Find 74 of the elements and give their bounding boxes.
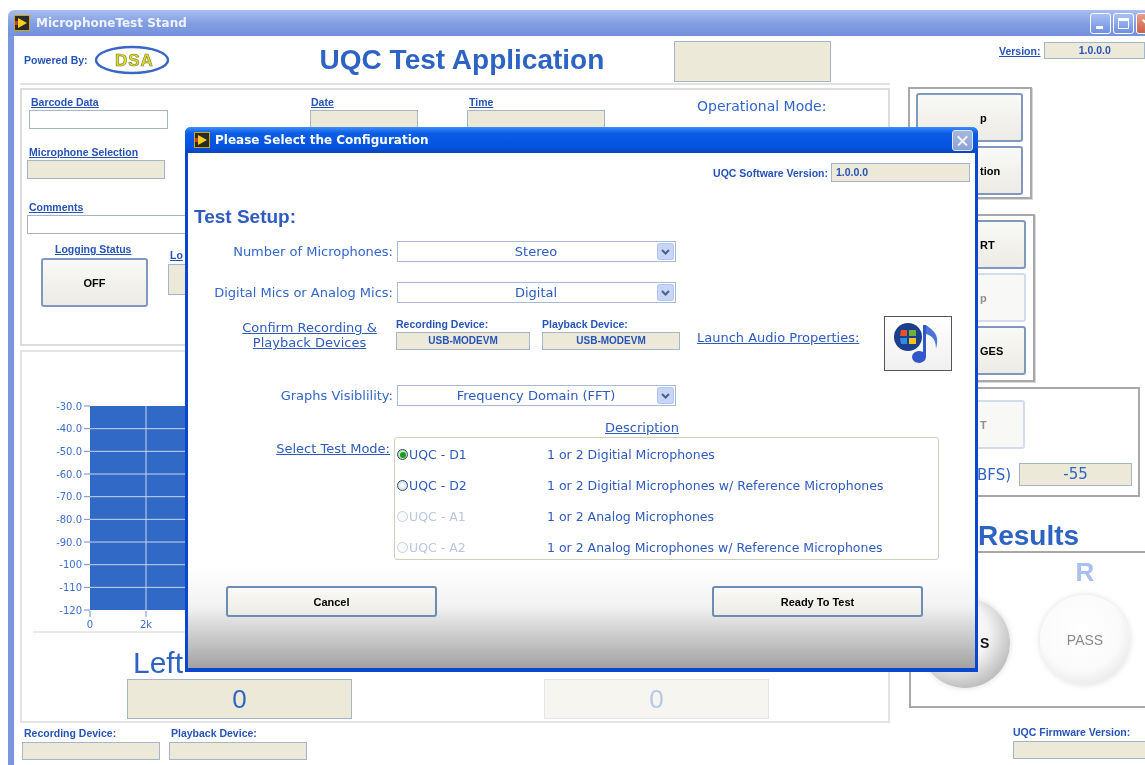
field-label: Recording Device: [24, 727, 117, 739]
app-icon [194, 132, 210, 148]
software-version-display: 1.0.0.0 [831, 163, 970, 182]
mode-description: 1 or 2 Digitial Microphones w/ Reference Microphones [547, 478, 884, 493]
axis-label: -60.0 [56, 468, 82, 480]
audio-properties-button[interactable] [884, 316, 952, 371]
dropdown[interactable]: Stereo [397, 241, 676, 262]
app-title: UQC Test Application [319, 43, 605, 76]
window-title: MicrophoneTest Stand [36, 16, 187, 30]
minimize-button[interactable] [1090, 12, 1111, 34]
axis-label: -30.0 [56, 400, 82, 412]
logging-button[interactable]: OFF [41, 258, 148, 307]
results-title: Results [978, 521, 1081, 551]
software-version-label: UQC Software Version: [713, 166, 828, 179]
level-display: 0 [127, 679, 352, 719]
select-test-mode-link[interactable]: Select Test Mode: [276, 441, 390, 456]
launch-audio-properties-link[interactable]: Launch Audio Properties: [697, 330, 860, 345]
operational-mode-label: Operational Mode: [697, 98, 827, 114]
axis-label: -90.0 [56, 536, 82, 548]
ready-to-test-button[interactable]: Ready To Test [712, 586, 923, 617]
axis-label: 0 [86, 619, 94, 630]
playback-device-display: USB-MODEVM [542, 332, 680, 350]
field-label: Date [311, 96, 334, 108]
field-label: Playback Device: [542, 318, 629, 330]
section-heading: Test Setup: [194, 206, 298, 228]
version-label: Version: [999, 44, 1041, 57]
mode-description: 1 or 2 Analog Microphones w/ Reference Microphones [547, 540, 883, 555]
field-label: Number of Microphones: [232, 244, 393, 259]
field-label: Digital Mics or Analog Mics: [213, 285, 393, 300]
cancel-button[interactable]: Cancel [226, 586, 437, 617]
field-label: Playback Device: [171, 727, 257, 739]
dropdown[interactable]: Frequency Domain (FFT) [397, 385, 676, 406]
mode-description: 1 or 2 Analog Microphones [547, 509, 715, 524]
axis-label: -100 [59, 559, 82, 571]
maximize-button[interactable] [1113, 12, 1134, 34]
confirm-devices-link[interactable]: Confirm Recording & Playback Devices [226, 320, 393, 350]
field-label: Lo [170, 249, 183, 261]
axis-label: 2k [139, 619, 153, 630]
app-icon [14, 15, 30, 31]
barcode-field[interactable] [29, 110, 168, 129]
chevron-down-icon [657, 284, 674, 301]
close-button[interactable] [952, 129, 973, 151]
axis-label: -70.0 [56, 491, 82, 503]
threshold-label: BFS) [977, 465, 1012, 484]
radio-option[interactable]: UQC - D2 [397, 478, 547, 493]
axis-label: -120 [59, 604, 82, 616]
logo: DSA [93, 44, 172, 75]
field-label: Microphone Selection [29, 146, 139, 158]
dropdown[interactable]: Digital [397, 282, 676, 303]
mode-description: 1 or 2 Digitial Microphones [547, 447, 715, 462]
field-label: Barcode Data [31, 96, 99, 108]
result-light: PASS [1040, 595, 1130, 685]
chevron-down-icon [657, 387, 674, 404]
axis-label: -50.0 [56, 445, 82, 457]
axis-label: -40.0 [56, 423, 82, 435]
recording-device-display: USB-MODEVM [396, 332, 530, 350]
version-display: 1.0.0.0 [1044, 42, 1145, 59]
chevron-down-icon [657, 243, 674, 260]
field-label: Time [469, 96, 494, 108]
threshold-display: -55 [1019, 463, 1133, 486]
field-label: Graphs Visiblility: [279, 388, 393, 403]
field-label: Recording Device: [396, 318, 490, 330]
field-label: Comments [29, 201, 84, 213]
radio-option[interactable]: UQC - D1 [397, 447, 547, 462]
channel-label: R [1075, 557, 1095, 587]
field-label: Logging Status [55, 243, 132, 255]
level-display: 0 [544, 679, 769, 719]
dialog-title: Please Select the Configuration [215, 133, 429, 147]
axis-label: -110 [59, 581, 82, 593]
powered-by-label: Powered By: [24, 53, 88, 66]
axis-label: -80.0 [56, 513, 82, 525]
column-header: Description [605, 420, 680, 435]
field-label: UQC Firmware Version: [1013, 726, 1132, 738]
level-label: Left [133, 646, 184, 679]
